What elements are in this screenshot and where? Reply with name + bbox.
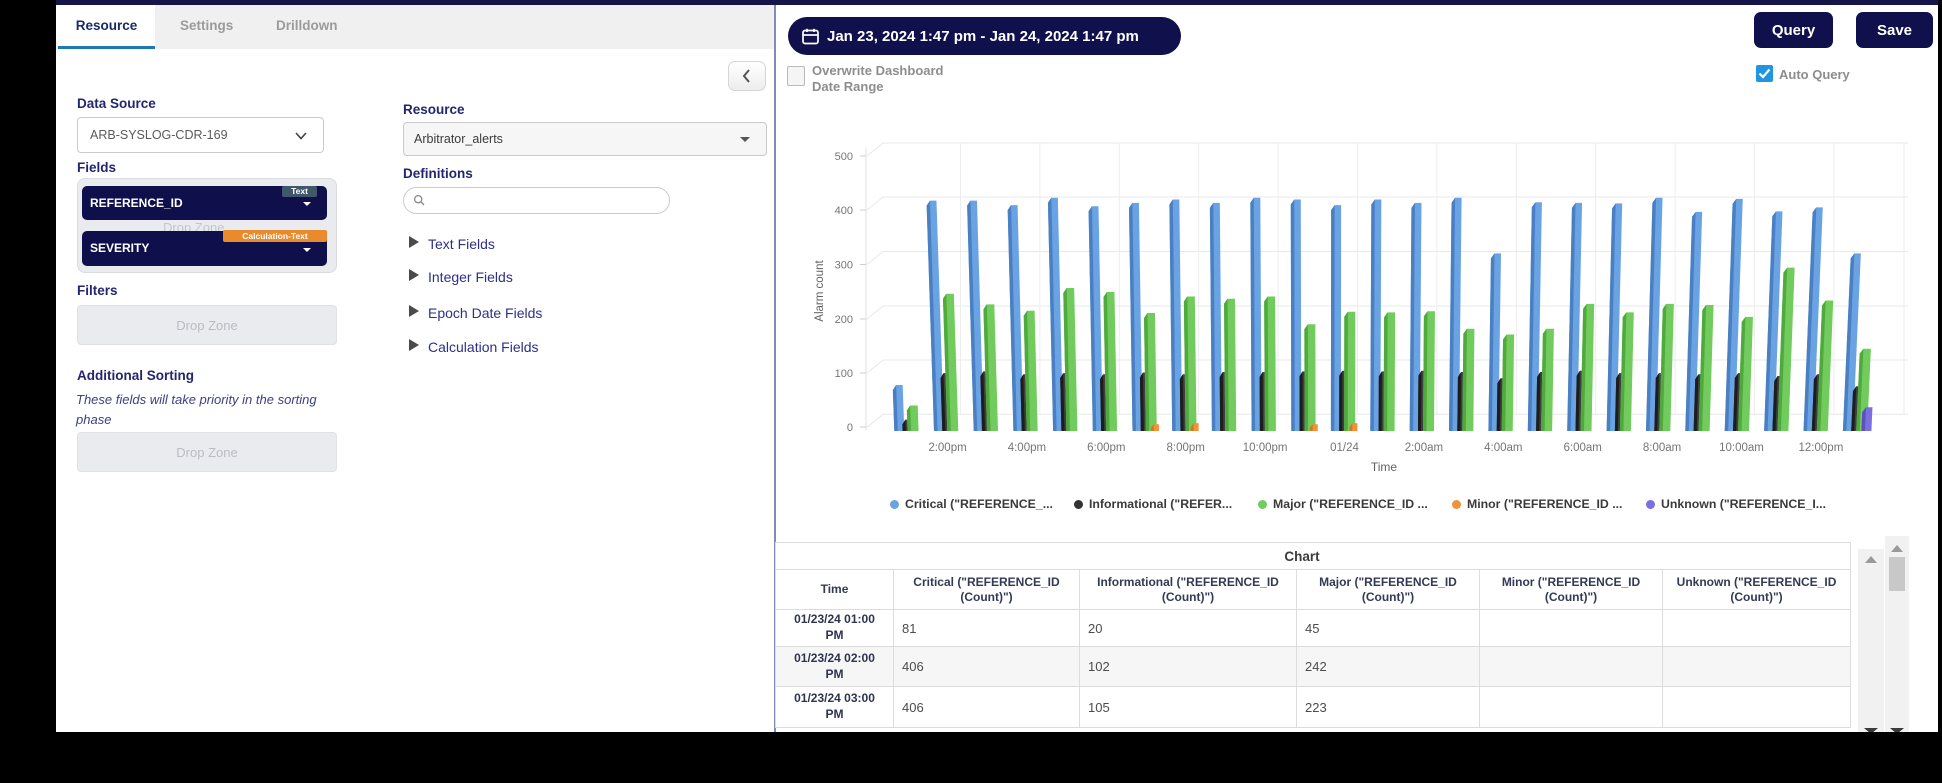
- svg-text:500: 500: [835, 151, 853, 163]
- svg-text:100: 100: [835, 368, 853, 380]
- svg-text:4:00am: 4:00am: [1484, 442, 1522, 454]
- svg-text:400: 400: [835, 205, 853, 217]
- svg-text:8:00pm: 8:00pm: [1167, 442, 1205, 454]
- svg-text:01/24: 01/24: [1330, 442, 1359, 454]
- svg-text:0: 0: [847, 422, 853, 434]
- svg-text:2:00pm: 2:00pm: [928, 442, 966, 454]
- svg-text:2:00am: 2:00am: [1405, 442, 1443, 454]
- svg-text:200: 200: [835, 314, 853, 326]
- svg-text:Alarm count: Alarm count: [814, 260, 826, 322]
- svg-text:6:00pm: 6:00pm: [1087, 442, 1125, 454]
- svg-text:12:00pm: 12:00pm: [1799, 442, 1844, 454]
- svg-text:10:00am: 10:00am: [1719, 442, 1764, 454]
- svg-text:10:00pm: 10:00pm: [1243, 442, 1288, 454]
- svg-text:6:00am: 6:00am: [1564, 442, 1602, 454]
- svg-text:Time: Time: [1371, 460, 1398, 474]
- svg-text:4:00pm: 4:00pm: [1008, 442, 1046, 454]
- svg-text:300: 300: [835, 260, 853, 272]
- svg-text:8:00am: 8:00am: [1643, 442, 1681, 454]
